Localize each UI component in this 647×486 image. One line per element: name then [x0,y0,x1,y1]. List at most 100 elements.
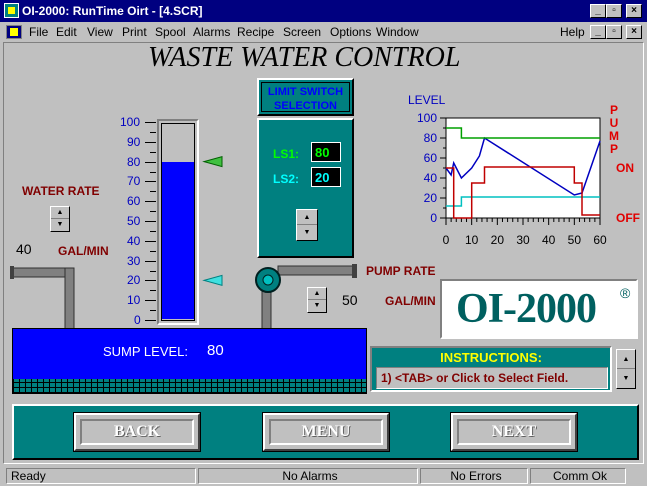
menu-button[interactable]: MENU [262,412,390,452]
water-rate-value: 40 [16,241,32,257]
sump-floor-grate [13,379,366,393]
gauge-tick-label: 20 [127,273,141,288]
gauge-tick-label: 100 [120,115,141,129]
page-title: WASTE WATER CONTROL [148,42,461,73]
gauge-tick-label: 30 [127,253,141,268]
ls-up-icon[interactable]: ▲ [297,210,317,225]
status-comm: Comm Ok [530,468,626,484]
instructions-panel: INSTRUCTIONS: 1) <TAB> or Click to Selec… [370,346,612,392]
pump-spin-up-icon[interactable]: ▲ [308,288,326,300]
menu-recipe[interactable]: Recipe [237,25,274,39]
chart-plot-area [445,117,601,219]
gauge-minor-tick [150,270,156,272]
menu-window[interactable]: Window [376,25,419,39]
chart-y-tick-label: 20 [424,191,438,205]
close-icon[interactable]: × [626,4,642,18]
ls1-input[interactable]: 80 [311,142,341,162]
maximize-icon[interactable]: ▫ [606,4,622,18]
menu-view[interactable]: View [87,25,113,39]
gauge-tick [145,141,156,143]
gauge-tick-label: 50 [127,214,141,228]
logo-registered-mark: ® [620,285,631,301]
oi2000-logo: OI-2000 ® [440,279,638,339]
pump-rate-unit: GAL/MIN [385,294,436,308]
gauge-tick [145,240,156,242]
status-bar: Ready No Alarms No Errors Comm Ok [0,466,647,486]
gauge-minor-tick [150,171,156,173]
menu-edit[interactable]: Edit [56,25,77,39]
minimize-icon[interactable]: _ [590,4,606,18]
back-button[interactable]: BACK [73,412,201,452]
menu-spool[interactable]: Spool [155,25,186,39]
doc-close-icon[interactable]: × [626,25,642,39]
gauge-tick [145,161,156,163]
doc-minimize-icon[interactable]: _ [590,25,606,39]
water-rate-label: WATER RATE [22,184,100,198]
ls2-marker-icon [202,274,223,287]
gauge-tick-label: 40 [127,233,141,248]
gauge-tick-label: 0 [134,313,141,327]
instructions-scroller[interactable]: ▲ ▼ [616,349,636,389]
chart-y-tick-label: 40 [424,171,438,185]
chart-x-tick-label: 30 [516,233,530,247]
gauge-minor-tick [150,131,156,133]
gauge-minor-tick [150,230,156,232]
gauge-tick [145,122,156,123]
instructions-text: 1) <TAB> or Click to Select Field. [376,367,608,389]
gauge-markers [202,155,223,287]
pump-rate-value: 50 [342,292,358,308]
gauge-tick-label: 80 [127,154,141,169]
status-alarms: No Alarms [198,468,418,484]
limit-switch-panel: LS1: 80 LS2: 20 ▲ ▼ [257,118,354,258]
limit-switch-spinner[interactable]: ▲ ▼ [296,209,318,241]
ls2-input[interactable]: 20 [311,167,341,187]
document-icon[interactable] [6,25,22,39]
ls-down-icon[interactable]: ▼ [297,225,317,240]
instructions-up-icon[interactable]: ▲ [617,350,635,369]
tank-gauge [157,119,199,325]
gauge-minor-tick [150,310,156,312]
sump-tank [12,328,367,394]
spin-down-icon[interactable]: ▼ [51,219,69,231]
gauge-minor-tick [150,250,156,252]
water-rate-spinner[interactable]: ▲ ▼ [50,206,70,232]
sump-level-value: 80 [207,342,224,359]
window-title: OI-2000: RunTime Oirt - [4.SCR] [22,4,203,18]
ls2-label: LS2: [273,172,300,186]
chart-x-tick-label: 40 [542,233,556,247]
chart-on-label: ON [616,161,634,175]
gauge-tick-label: 60 [127,194,141,209]
pump-rate-spinner[interactable]: ▲ ▼ [307,287,327,313]
instructions-down-icon[interactable]: ▼ [617,369,635,388]
spin-up-icon[interactable]: ▲ [51,207,69,219]
pump-rate-label: PUMP RATE [366,264,436,278]
gauge-tick [145,300,156,302]
next-button[interactable]: NEXT [450,412,578,452]
gauge-tick-label: 70 [127,174,141,189]
menu-options[interactable]: Options [330,25,371,39]
chart-off-label: OFF [616,211,640,225]
menu-alarms[interactable]: Alarms [193,25,230,39]
menu-screen[interactable]: Screen [283,25,321,39]
limit-switch-title-2: SELECTION [274,100,337,112]
gauge-minor-tick [150,211,156,213]
gauge-tick [145,221,156,222]
chart-x-tick-label: 60 [593,233,607,247]
tank-gauge-outline [161,123,195,321]
pump-spin-down-icon[interactable]: ▼ [308,300,326,312]
gauge-tick-label: 10 [127,293,141,308]
app-icon[interactable] [4,3,19,18]
gauge-tick [145,280,156,282]
menu-help[interactable]: Help [560,25,585,39]
menu-file[interactable]: File [29,25,48,39]
chart-x-tick-label: 10 [465,233,479,247]
chart-level-label: LEVEL [408,93,446,107]
menu-print[interactable]: Print [122,25,147,39]
gauge-tick [145,320,156,321]
chart-y-tick-label: 60 [424,151,438,165]
chart-y-tick-label: 100 [417,111,437,125]
status-errors: No Errors [420,468,528,484]
gauge-minor-tick [150,290,156,292]
gauge-tick [145,260,156,262]
doc-restore-icon[interactable]: ▫ [606,25,622,39]
